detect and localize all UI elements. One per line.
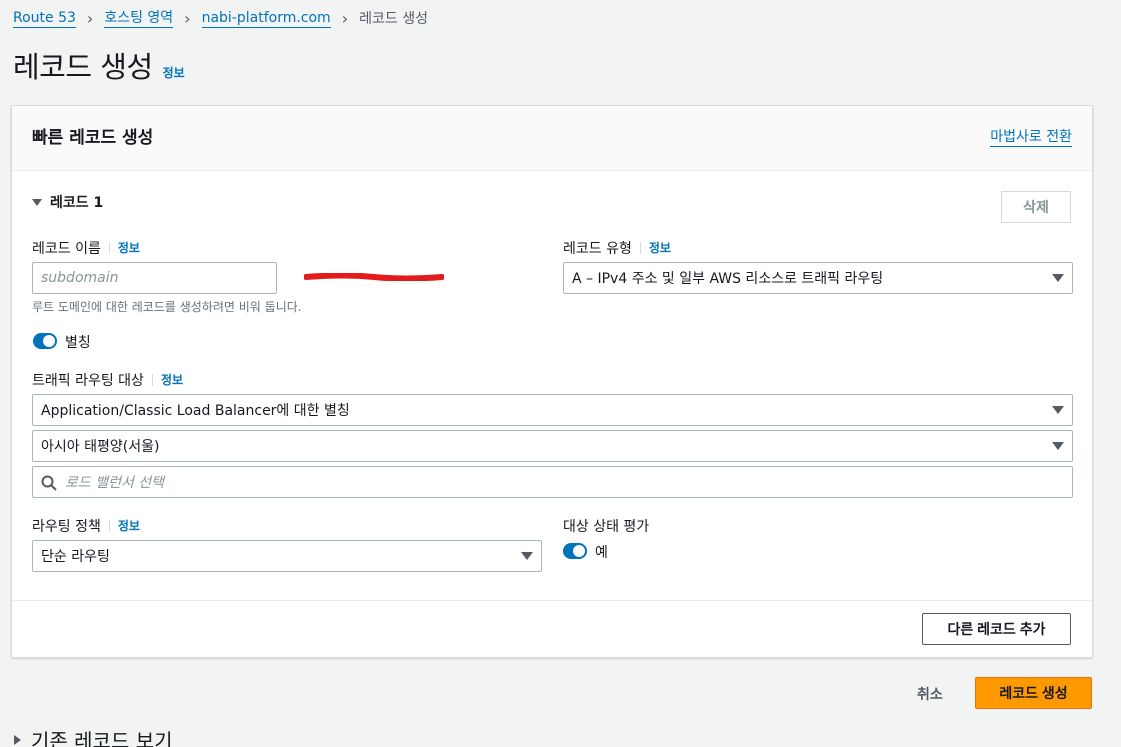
record-type-label-text: 레코드 유형	[563, 241, 632, 257]
record-1-expander[interactable]: 레코드 1	[32, 192, 103, 212]
routing-policy-value: 단순 라우팅	[41, 549, 110, 565]
breadcrumb-route53[interactable]: Route 53	[13, 9, 76, 28]
switch-to-wizard-link[interactable]: 마법사로 전환	[990, 129, 1072, 147]
panel-title: 빠른 레코드 생성	[32, 128, 154, 148]
record-name-input[interactable]: subdomain	[32, 262, 277, 294]
breadcrumb-zone[interactable]: nabi-platform.com	[201, 9, 331, 28]
record-1-title: 레코드 1	[50, 195, 104, 211]
record-name-label-text: 레코드 이름	[32, 241, 101, 257]
record-type-select[interactable]: A – IPv4 주소 및 일부 AWS 리소스로 트래픽 라우팅	[563, 262, 1073, 294]
health-eval-toggle[interactable]	[563, 543, 587, 559]
alias-label: 별칭	[65, 335, 91, 351]
caret-right-icon	[14, 734, 21, 745]
page-header: 레코드 생성 정보	[13, 44, 185, 86]
routing-policy-info-link[interactable]: 정보	[108, 520, 140, 532]
record-type-info-link[interactable]: 정보	[639, 242, 671, 254]
region-value: 아시아 태평양(서울)	[41, 439, 160, 455]
cancel-button[interactable]: 취소	[917, 684, 943, 704]
breadcrumb-hosted-zones[interactable]: 호스팅 영역	[104, 9, 174, 28]
chevron-right-icon: ›	[341, 8, 349, 28]
add-another-record-button[interactable]: 다른 레코드 추가	[922, 613, 1071, 645]
existing-records-expander[interactable]: 기존 레코드 보기	[14, 725, 173, 747]
health-eval-toggle-label: 예	[595, 545, 608, 561]
delete-record-button[interactable]: 삭제	[1001, 191, 1071, 223]
load-balancer-search[interactable]: 로드 밸런서 선택	[32, 466, 1073, 498]
record-name-info-link[interactable]: 정보	[108, 242, 140, 254]
page-info-link[interactable]: 정보	[163, 64, 185, 81]
endpoint-type-select[interactable]: Application/Classic Load Balancer에 대한 별칭	[32, 394, 1073, 426]
health-eval-label: 대상 상태 평가	[563, 516, 649, 536]
breadcrumb-current: 레코드 생성	[359, 11, 428, 27]
routing-policy-select[interactable]: 단순 라우팅	[32, 540, 542, 572]
record-name-helper: 루트 도메인에 대한 레코드를 생성하려면 비워 둡니다.	[32, 300, 302, 314]
panel-header: 빠른 레코드 생성 마법사로 전환	[12, 106, 1092, 171]
dropdown-caret-icon	[1052, 442, 1064, 450]
record-name-label: 레코드 이름 정보	[32, 238, 140, 258]
routing-policy-label: 라우팅 정책 정보	[32, 516, 140, 536]
load-balancer-placeholder: 로드 밸런서 선택	[65, 475, 165, 491]
dropdown-caret-icon	[521, 552, 533, 560]
caret-down-icon	[32, 198, 42, 206]
record-name-placeholder: subdomain	[41, 270, 119, 286]
create-records-button[interactable]: 레코드 생성	[975, 677, 1092, 709]
route-target-label-text: 트래픽 라우팅 대상	[32, 373, 144, 389]
existing-records-title: 기존 레코드 보기	[31, 729, 173, 747]
quick-create-panel: 빠른 레코드 생성 마법사로 전환 레코드 1 삭제 레코드 이름 정보 sub…	[11, 105, 1093, 658]
route-target-label: 트래픽 라우팅 대상 정보	[32, 370, 183, 390]
search-icon	[41, 475, 57, 491]
panel-divider	[12, 600, 1092, 601]
record-type-value: A – IPv4 주소 및 일부 AWS 리소스로 트래픽 라우팅	[572, 271, 884, 287]
redaction-mark	[304, 273, 444, 281]
page-title: 레코드 생성	[13, 50, 153, 84]
health-eval-label-text: 대상 상태 평가	[563, 519, 650, 535]
chevron-right-icon: ›	[86, 8, 94, 28]
breadcrumb: Route 53 › 호스팅 영역 › nabi-platform.com › …	[13, 8, 428, 28]
routing-policy-label-text: 라우팅 정책	[32, 519, 101, 535]
route-target-info-link[interactable]: 정보	[151, 374, 183, 386]
record-type-label: 레코드 유형 정보	[563, 238, 671, 258]
dropdown-caret-icon	[1052, 406, 1064, 414]
dropdown-caret-icon	[1052, 274, 1064, 282]
chevron-right-icon: ›	[184, 8, 191, 28]
alias-toggle[interactable]	[33, 333, 57, 349]
endpoint-type-value: Application/Classic Load Balancer에 대한 별칭	[41, 403, 350, 419]
region-select[interactable]: 아시아 태평양(서울)	[32, 430, 1073, 462]
